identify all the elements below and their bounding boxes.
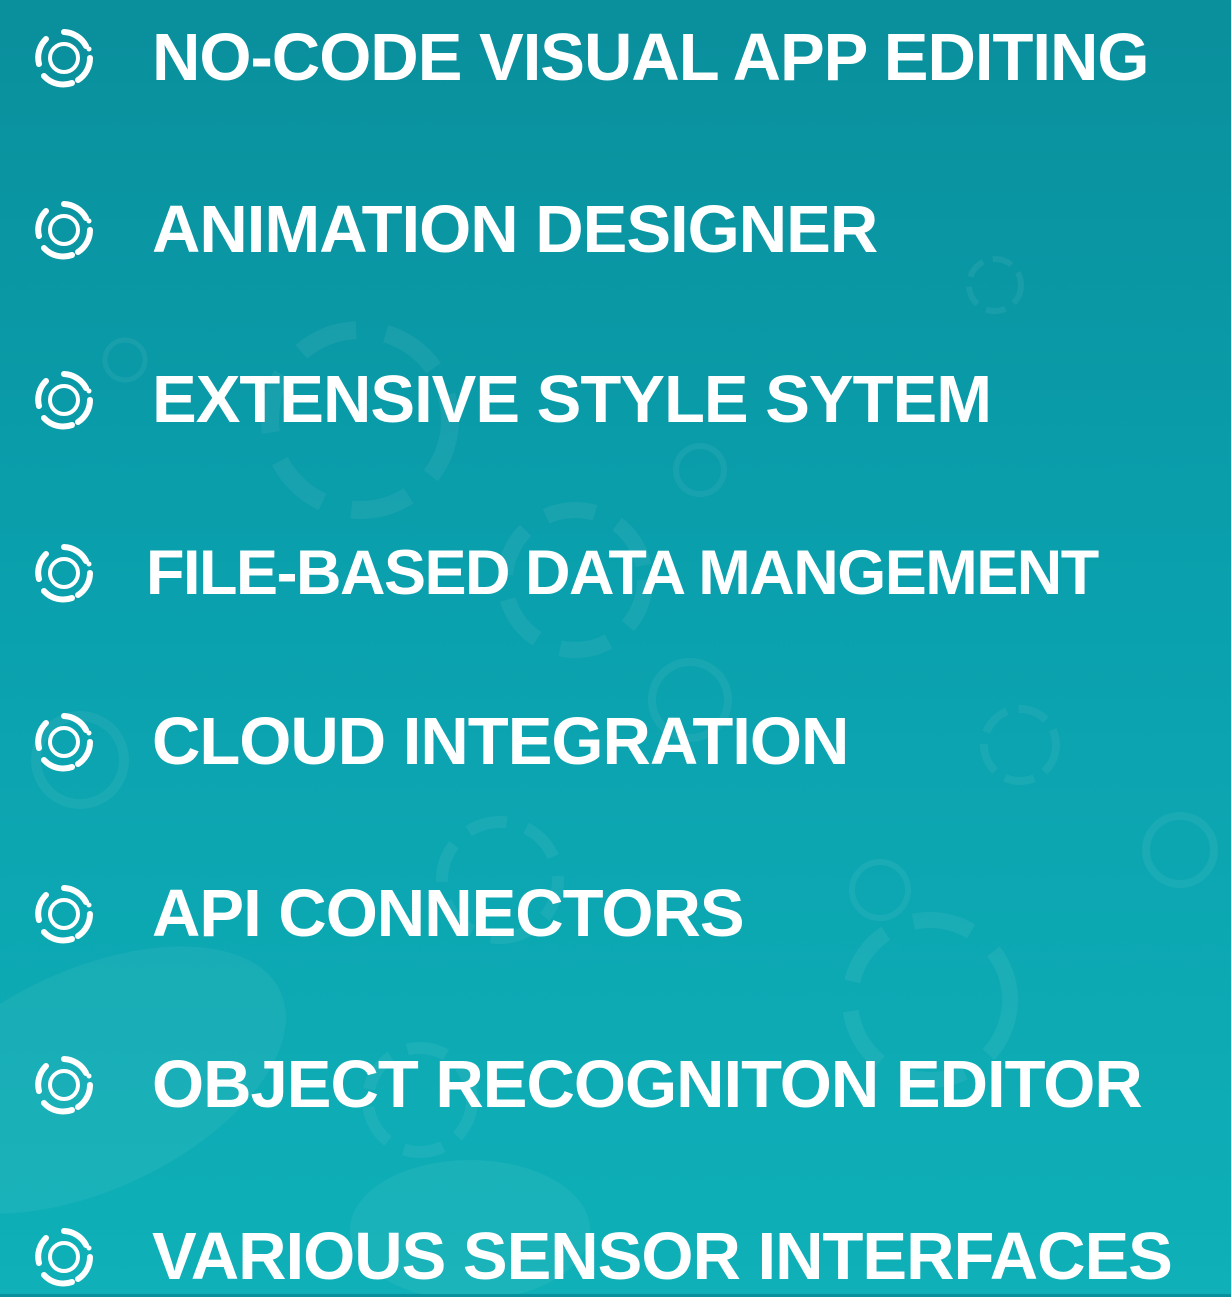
feature-label: ANIMATION DESIGNER <box>152 192 878 267</box>
feature-label: CLOUD INTEGRATION <box>152 704 849 779</box>
feature-label: EXTENSIVE STYLE SYTEM <box>152 362 992 437</box>
feature-item: NO-CODE VISUAL APP EDITING <box>28 18 1150 98</box>
target-icon <box>28 194 100 266</box>
feature-label: VARIOUS SENSOR INTERFACES <box>152 1219 1173 1294</box>
feature-list: NO-CODE VISUAL APP EDITING ANIMATION DESI… <box>0 0 1231 1294</box>
target-icon <box>28 1049 100 1121</box>
feature-item: EXTENSIVE STYLE SYTEM <box>28 360 992 440</box>
feature-label: FILE-BASED DATA MANGEMENT <box>146 538 1099 608</box>
feature-item: CLOUD INTEGRATION <box>28 702 849 782</box>
feature-label: NO-CODE VISUAL APP EDITING <box>152 20 1150 95</box>
feature-item: API CONNECTORS <box>28 874 745 954</box>
target-icon <box>28 537 100 609</box>
target-icon <box>28 22 100 94</box>
feature-item: FILE-BASED DATA MANGEMENT <box>28 533 1099 613</box>
target-icon <box>28 878 100 950</box>
feature-label: OBJECT RECOGNITON EDITOR <box>152 1047 1143 1122</box>
feature-label: API CONNECTORS <box>152 876 745 951</box>
target-icon <box>28 706 100 778</box>
target-icon <box>28 1221 100 1293</box>
feature-item: ANIMATION DESIGNER <box>28 190 878 270</box>
feature-item: VARIOUS SENSOR INTERFACES <box>28 1217 1173 1297</box>
feature-item: OBJECT RECOGNITON EDITOR <box>28 1045 1143 1125</box>
target-icon <box>28 364 100 436</box>
